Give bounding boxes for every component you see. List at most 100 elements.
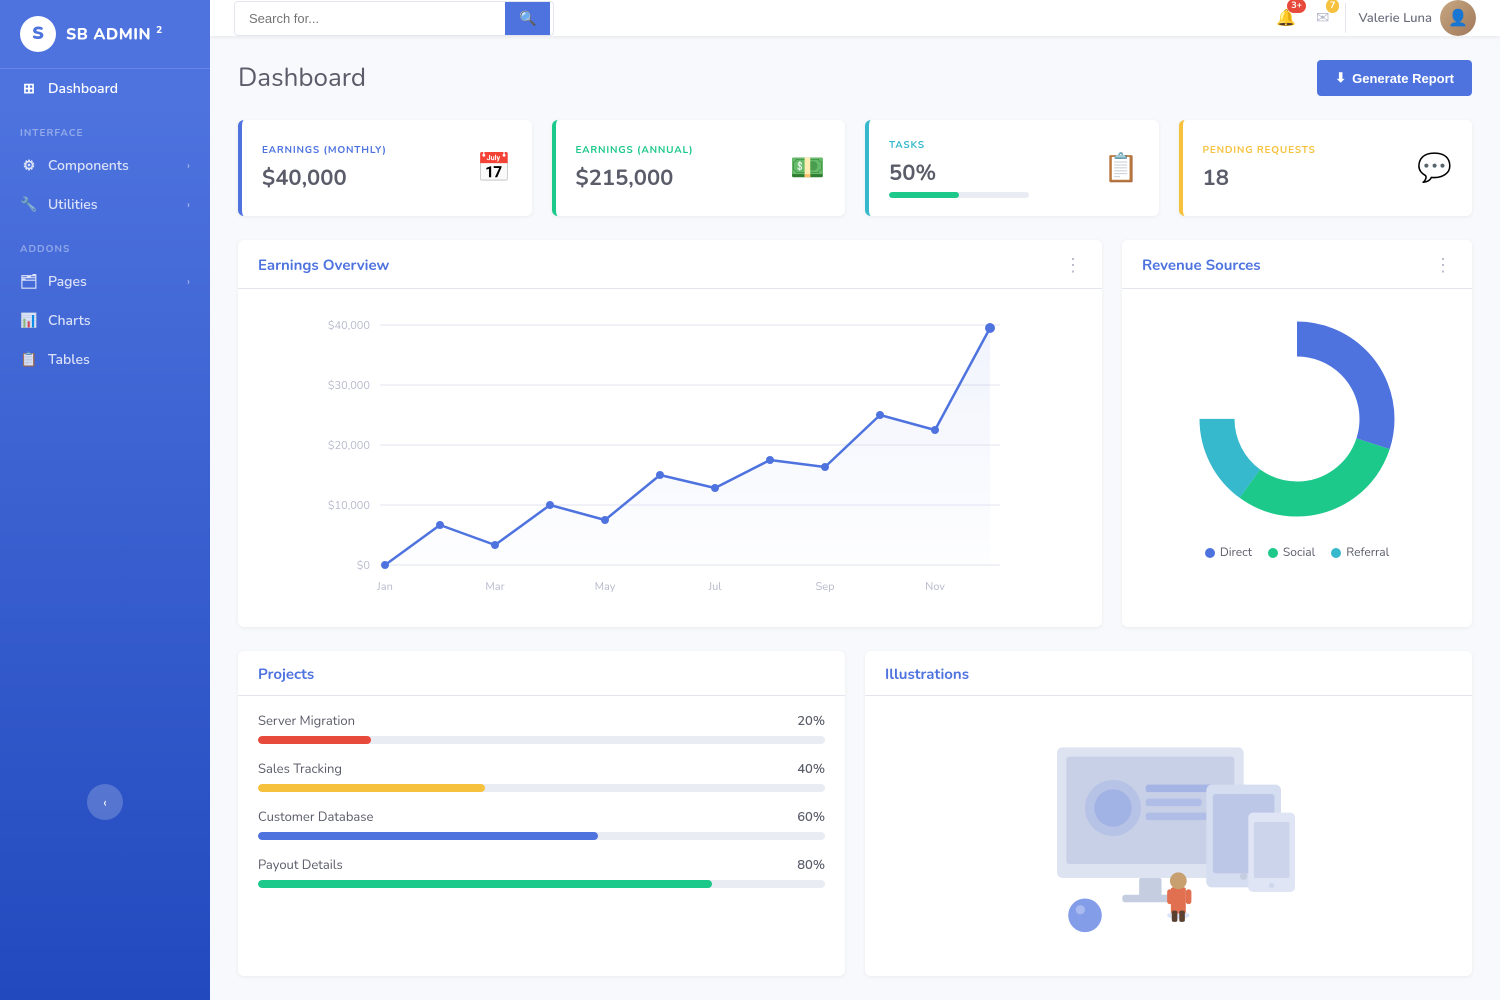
project-progress-fill (258, 784, 485, 792)
sidebar-item-tables[interactable]: 📋 Tables (0, 340, 210, 379)
project-progress-fill (258, 880, 712, 888)
page-title: Dashboard (238, 61, 366, 96)
page-header: Dashboard ⬇ Generate Report (238, 60, 1472, 96)
stat-card-earnings-monthly: EARNINGS (MONTHLY) $40,000 📅 (238, 120, 532, 216)
stat-cards: EARNINGS (MONTHLY) $40,000 📅 EARNINGS (A… (238, 120, 1472, 216)
tasks-progress-fill (889, 192, 959, 198)
illustrations-card: Illustrations (865, 651, 1472, 976)
components-icon: ⚙ (20, 156, 38, 175)
project-progress-fill (258, 736, 371, 744)
download-icon: ⬇ (1335, 70, 1346, 86)
generate-report-button[interactable]: ⬇ Generate Report (1317, 60, 1472, 96)
card-body: $40,000 $30,000 $20,000 $10,000 $0 Jan M… (238, 289, 1102, 627)
page-content: Dashboard ⬇ Generate Report EARNINGS (MO… (210, 36, 1500, 1000)
search-button[interactable]: 🔍 (505, 2, 550, 35)
project-name: Server Migration (258, 712, 355, 730)
sidebar-item-label: Charts (48, 311, 91, 330)
brand[interactable]: S SB ADMIN 2 (0, 0, 210, 69)
project-name: Payout Details (258, 856, 343, 874)
svg-text:$30,000: $30,000 (328, 378, 371, 393)
svg-text:May: May (595, 579, 616, 594)
sidebar-item-dashboard[interactable]: ⊞ Dashboard (0, 69, 210, 108)
card-header: Projects (238, 651, 845, 696)
sidebar-item-label: Dashboard (48, 79, 118, 98)
sidebar-item-components[interactable]: ⚙ Components › (0, 146, 210, 185)
dollar-icon: 💵 (790, 149, 825, 187)
project-progress-bar (258, 736, 825, 744)
chevron-right-icon: › (187, 274, 190, 289)
search-box[interactable]: 🔍 (234, 1, 554, 36)
card-header: Illustrations (865, 651, 1472, 696)
topbar-right: 🔔 3+ ✉ 7 Valerie Luna 👤 (1272, 0, 1476, 36)
main-content: 🔍 🔔 3+ ✉ 7 Valerie Luna 👤 Dashboard (210, 0, 1500, 1000)
sidebar-item-label: Components (48, 156, 129, 175)
svg-text:$10,000: $10,000 (328, 498, 371, 513)
avatar: 👤 (1440, 0, 1476, 36)
svg-text:$40,000: $40,000 (328, 318, 371, 333)
messages-button[interactable]: ✉ 7 (1312, 3, 1333, 33)
stat-label: TASKS (889, 138, 1029, 152)
sidebar-item-utilities[interactable]: 🔧 Utilities › (0, 185, 210, 224)
stat-label: PENDING REQUESTS (1203, 143, 1316, 157)
legend-referral: Referral (1331, 545, 1389, 561)
project-item: Sales Tracking 40% (258, 760, 825, 792)
card-header: Earnings Overview ⋮ (238, 240, 1102, 289)
stat-value: $40,000 (262, 163, 387, 193)
revenue-sources-card: Revenue Sources ⋮ (1122, 240, 1472, 627)
user-menu[interactable]: Valerie Luna 👤 (1358, 0, 1476, 36)
stat-card-earnings-annual: EARNINGS (ANNUAL) $215,000 💵 (552, 120, 846, 216)
sidebar-item-label: Pages (48, 272, 87, 291)
chevron-right-icon: › (187, 197, 190, 212)
section-label-interface: INTERFACE (0, 108, 210, 146)
project-header: Sales Tracking 40% (258, 760, 825, 778)
svg-text:$0: $0 (357, 558, 371, 573)
card-body: Server Migration 20% Sales Tracking 40% (238, 696, 845, 920)
card-menu-icon[interactable]: ⋮ (1064, 254, 1082, 278)
brand-logo: S (20, 16, 56, 52)
project-progress-fill (258, 832, 598, 840)
direct-dot (1205, 548, 1215, 558)
chart-icon: 📊 (20, 311, 38, 330)
svg-text:$20,000: $20,000 (328, 438, 371, 453)
brand-name: SB ADMIN 2 (66, 23, 163, 45)
card-title: Illustrations (885, 665, 969, 685)
donut-legend: Direct Social Referral (1205, 545, 1389, 561)
svg-text:Mar: Mar (485, 579, 504, 594)
project-item: Server Migration 20% (258, 712, 825, 744)
topbar: 🔍 🔔 3+ ✉ 7 Valerie Luna 👤 (210, 0, 1500, 36)
sidebar: S SB ADMIN 2 ⊞ Dashboard INTERFACE ⚙ Com… (0, 0, 210, 1000)
tasks-progress-bar (889, 192, 1029, 198)
svg-text:Nov: Nov (925, 579, 945, 594)
sidebar-item-charts[interactable]: 📊 Charts (0, 301, 210, 340)
card-menu-icon[interactable]: ⋮ (1434, 254, 1452, 278)
svg-text:Jan: Jan (376, 579, 393, 594)
stat-label: EARNINGS (ANNUAL) (576, 143, 694, 157)
clipboard-icon: 📋 (1104, 149, 1139, 187)
sidebar-item-label: Tables (48, 350, 90, 369)
card-title: Projects (258, 665, 314, 685)
project-item: Payout Details 80% (258, 856, 825, 888)
project-progress-bar (258, 784, 825, 792)
search-input[interactable] (235, 3, 505, 34)
stat-label: EARNINGS (MONTHLY) (262, 143, 387, 157)
project-progress-bar (258, 832, 825, 840)
project-item: Customer Database 60% (258, 808, 825, 840)
card-body: Direct Social Referral (1122, 289, 1472, 581)
messages-badge: 7 (1326, 0, 1339, 13)
divider (1345, 3, 1346, 33)
stat-value: 50% (889, 158, 1029, 188)
sidebar-toggle-button[interactable]: ‹ (87, 784, 123, 820)
stat-value: $215,000 (576, 163, 694, 193)
alerts-button[interactable]: 🔔 3+ (1272, 3, 1300, 33)
wrench-icon: 🔧 (20, 195, 38, 214)
sidebar-item-label: Utilities (48, 195, 98, 214)
card-title: Earnings Overview (258, 256, 389, 276)
project-name: Customer Database (258, 808, 373, 826)
project-progress-bar (258, 880, 825, 888)
project-pct: 80% (797, 856, 825, 874)
svg-text:Sep: Sep (815, 579, 834, 594)
avatar-image: 👤 (1440, 0, 1476, 36)
project-header: Customer Database 60% (258, 808, 825, 826)
earnings-line-chart: $40,000 $30,000 $20,000 $10,000 $0 Jan M… (258, 305, 1082, 605)
sidebar-item-pages[interactable]: 🗂 Pages › (0, 262, 210, 301)
